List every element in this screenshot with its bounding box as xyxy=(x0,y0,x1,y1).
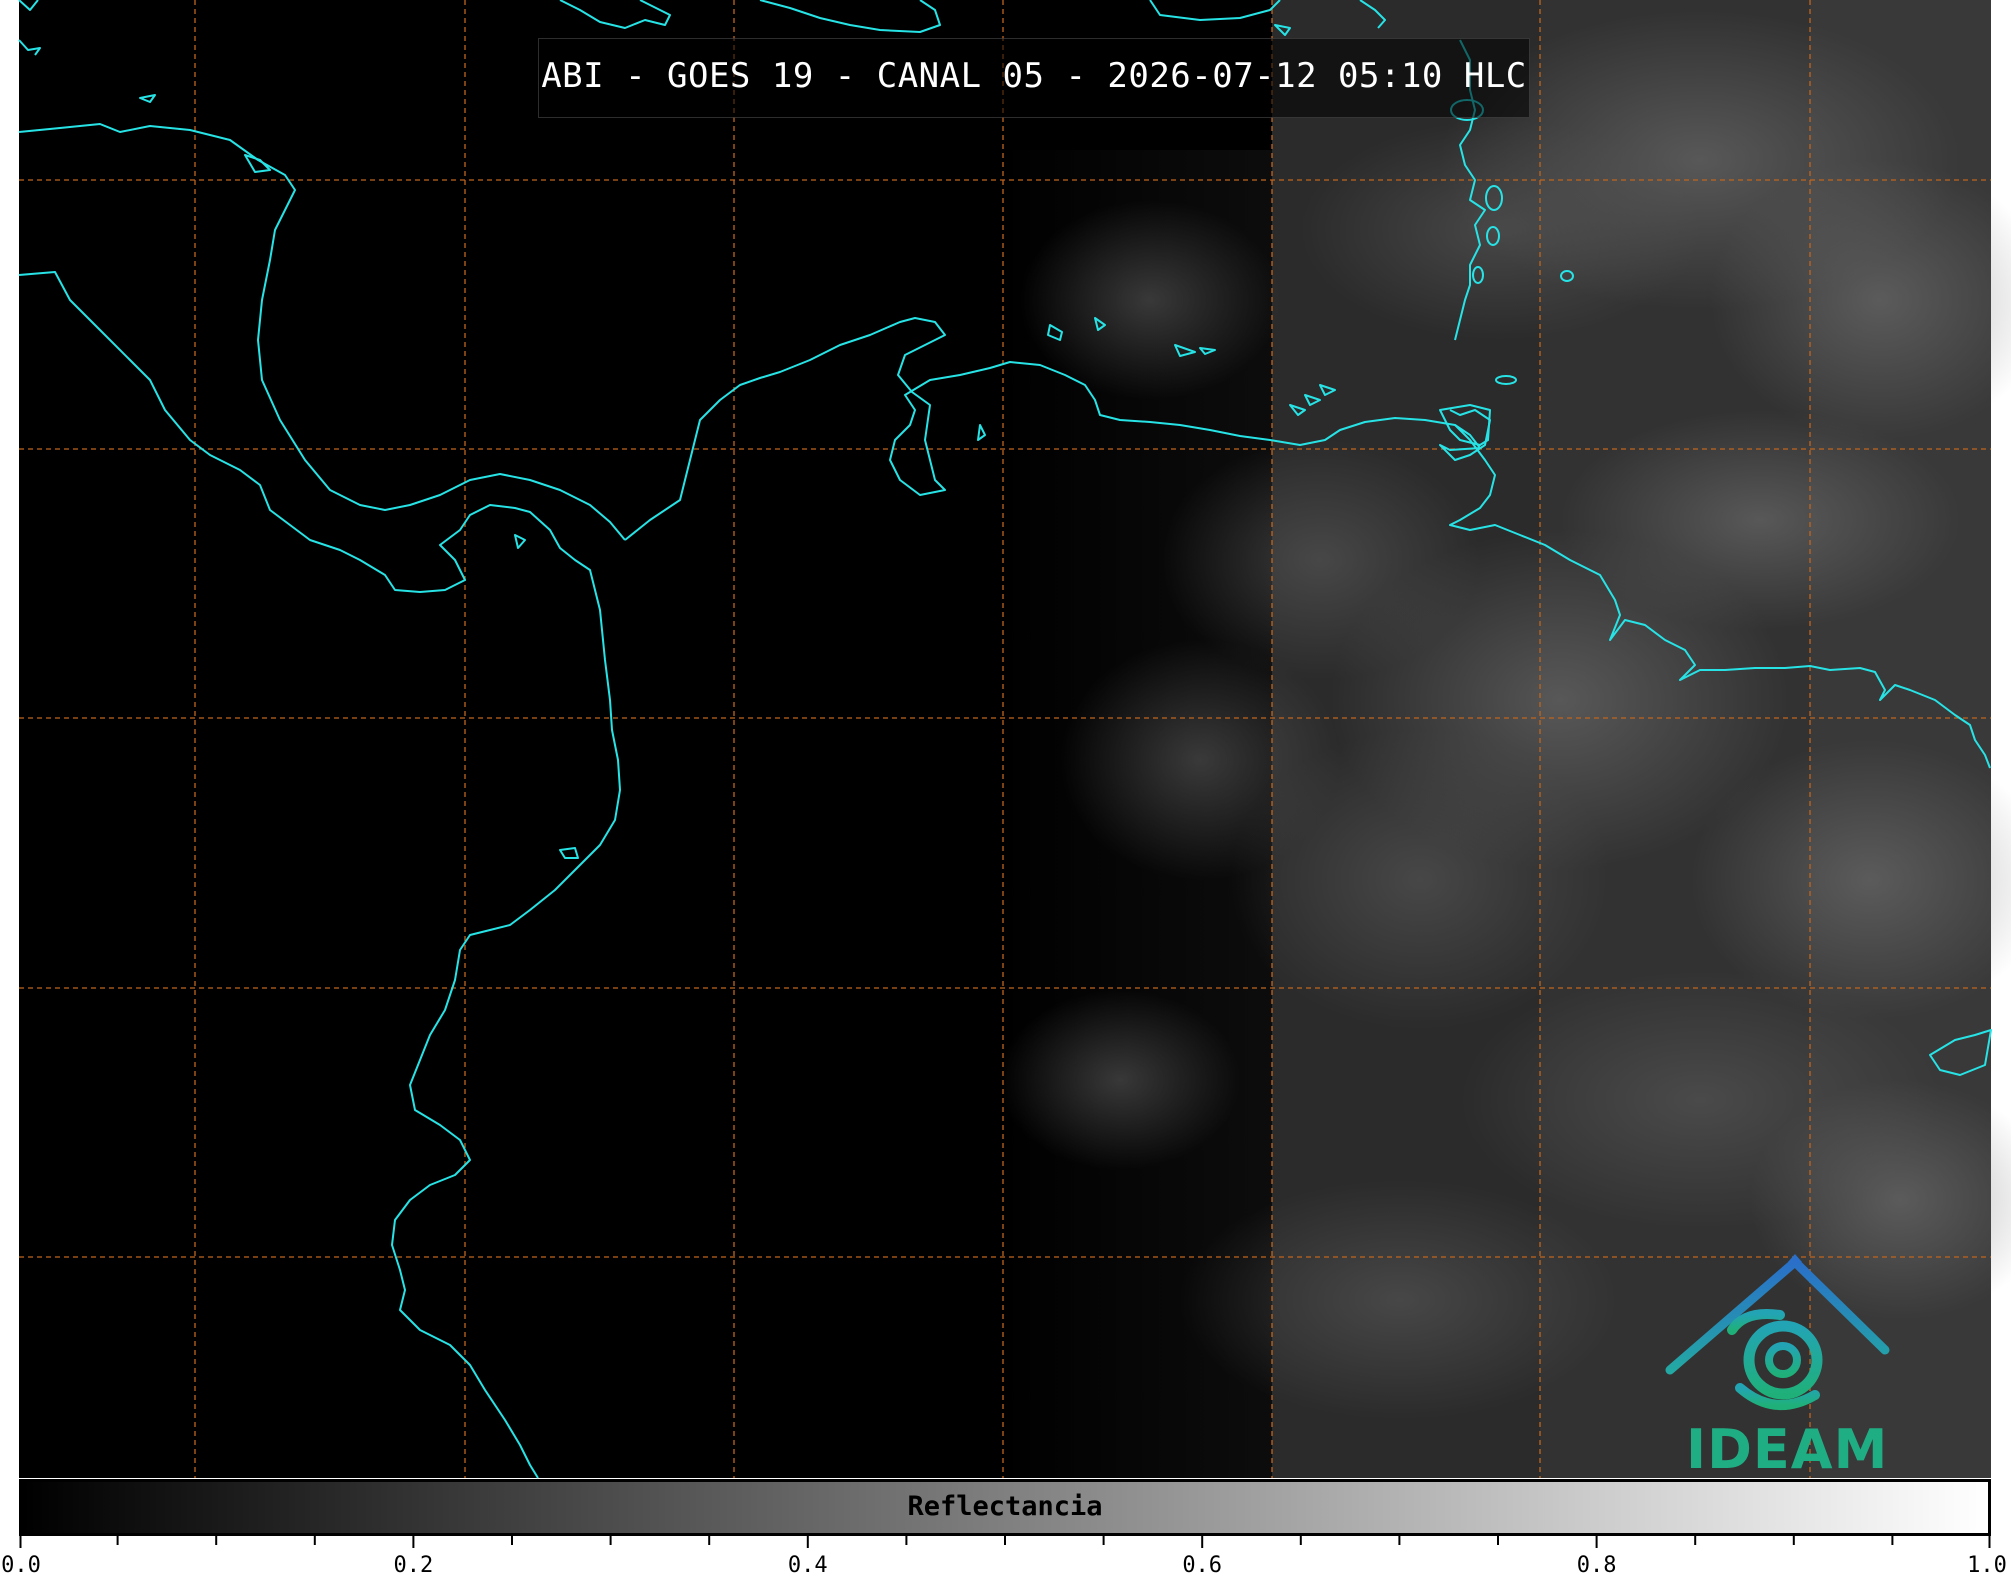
colorbar-tick-label: 0.4 xyxy=(787,1553,828,1578)
satellite-map xyxy=(18,0,2011,1479)
imagery-layer xyxy=(19,0,2011,1478)
colorbar-tick-label: 0.2 xyxy=(393,1553,434,1578)
ideam-logo-text: IDEAM xyxy=(1686,1418,1889,1481)
colorbar-tick-label: 0.0 xyxy=(1,1553,41,1578)
colorbar-label: Reflectancia xyxy=(907,1491,1103,1522)
map-title: ABI - GOES 19 - CANAL 05 - 2026-07-12 05… xyxy=(541,56,1527,96)
colorbar-tick-label: 0.8 xyxy=(1576,1553,1617,1578)
colorbar-ticks xyxy=(19,1536,1991,1548)
colorbar-tick-label: 1.0 xyxy=(1967,1553,2007,1578)
colorbar-tick-label: 0.6 xyxy=(1182,1553,1223,1578)
